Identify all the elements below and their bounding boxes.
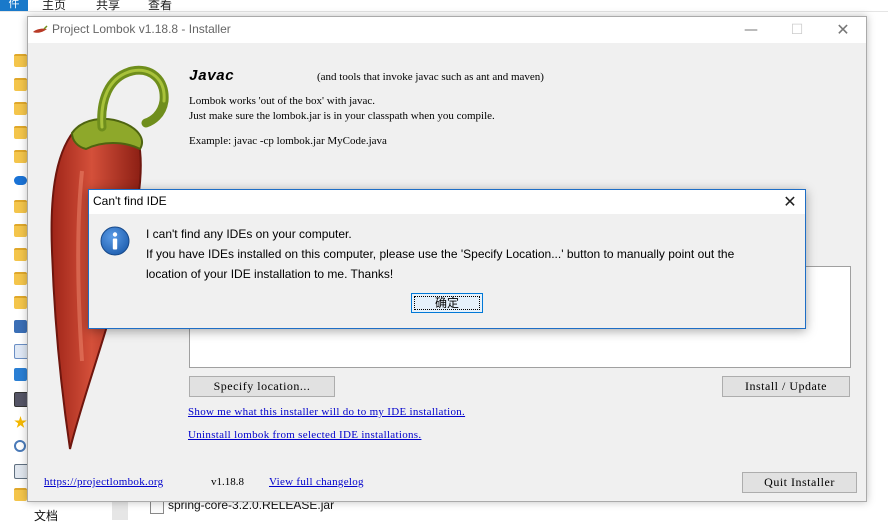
ok-button[interactable]: 确定	[411, 293, 483, 313]
lombok-pepper-icon	[33, 25, 48, 33]
cant-find-ide-dialog: Can't find IDE ✕ I can't find any IDEs o…	[88, 189, 806, 329]
dialog-close-button[interactable]: ✕	[779, 192, 801, 212]
ribbon-tab-home[interactable]: 主页	[42, 0, 66, 13]
folder-icon[interactable]	[14, 224, 27, 237]
explorer-nav-pane	[0, 12, 29, 520]
info-icon	[100, 226, 130, 256]
folder-icon[interactable]	[14, 126, 27, 139]
website-link[interactable]: https://projectlombok.org	[44, 476, 163, 488]
folder-icon[interactable]	[14, 102, 27, 115]
uninstall-link[interactable]: Uninstall lombok from selected IDE insta…	[188, 429, 421, 441]
folder-icon[interactable]	[14, 78, 27, 91]
shortcut-icon[interactable]	[14, 368, 27, 381]
ribbon-tab-file[interactable]: 件	[0, 0, 28, 11]
ribbon-tab-share[interactable]: 共享	[96, 0, 120, 13]
quit-installer-button[interactable]: Quit Installer	[742, 472, 857, 493]
folder-icon[interactable]	[14, 248, 27, 261]
folder-icon[interactable]	[14, 200, 27, 213]
onedrive-icon[interactable]	[14, 176, 27, 185]
folder-icon[interactable]	[14, 272, 27, 285]
instruction-line: Lombok works 'out of the box' with javac…	[189, 95, 376, 107]
folder-icon[interactable]	[14, 296, 27, 309]
ribbon-tab-view[interactable]: 查看	[148, 0, 172, 13]
folder-icon[interactable]	[14, 150, 27, 163]
version-label: v1.18.8	[211, 476, 244, 488]
changelog-link[interactable]: View full changelog	[269, 476, 364, 488]
folder-icon[interactable]	[14, 488, 27, 501]
show-actions-link[interactable]: Show me what this installer will do to m…	[188, 406, 465, 418]
installer-titlebar[interactable]: Project Lombok v1.18.8 - Installer — ☐ ✕	[28, 17, 866, 43]
search-icon[interactable]	[14, 440, 26, 452]
dialog-message-line: I can't find any IDEs on your computer.	[146, 227, 352, 241]
section-heading: Javac	[189, 68, 235, 85]
favorites-star-icon[interactable]	[14, 416, 27, 428]
dialog-title: Can't find IDE	[93, 194, 167, 208]
explorer-right-edge	[866, 12, 888, 520]
network-icon[interactable]	[14, 320, 27, 333]
dialog-message-line: If you have IDEs installed on this compu…	[146, 247, 735, 261]
example-command: Example: javac -cp lombok.jar MyCode.jav…	[189, 135, 387, 147]
maximize-button[interactable]: ☐	[774, 17, 820, 43]
nav-item-documents[interactable]: 文档	[34, 507, 58, 524]
folder-icon[interactable]	[14, 54, 27, 67]
specify-location-button[interactable]: Specify location...	[189, 376, 335, 397]
minimize-button[interactable]: —	[728, 17, 774, 43]
instruction-line: Just make sure the lombok.jar is in your…	[189, 110, 495, 122]
window-title: Project Lombok v1.18.8 - Installer	[52, 22, 231, 36]
section-heading-note: (and tools that invoke javac such as ant…	[317, 71, 544, 83]
window-close-button[interactable]: ✕	[820, 17, 866, 43]
dialog-titlebar[interactable]: Can't find IDE ✕	[89, 190, 805, 214]
explorer-ribbon: 件 主页 共享 查看	[0, 0, 888, 12]
dialog-message-line: location of your IDE installation to me.…	[146, 267, 394, 281]
install-update-button[interactable]: Install / Update	[722, 376, 850, 397]
